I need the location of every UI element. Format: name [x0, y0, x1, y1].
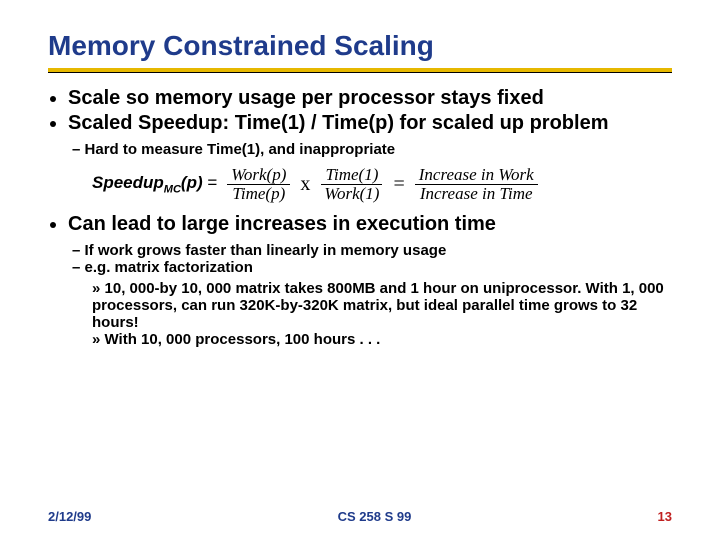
- fraction-2: Time(1) Work(1): [320, 166, 383, 203]
- bullet-3: Can lead to large increases in execution…: [68, 213, 672, 236]
- lhs-subscript: MC: [164, 184, 181, 196]
- sub-bullet-3a: If work grows faster than linearly in me…: [72, 242, 672, 259]
- bullet-1: Scale so memory usage per processor stay…: [68, 87, 672, 110]
- fraction-2-num: Time(1): [321, 166, 382, 185]
- lhs-equals: =: [207, 173, 217, 192]
- formula-lhs: SpeedupMC(p) =: [92, 173, 217, 195]
- sub-sub-bullet-1: 10, 000-by 10, 000 matrix takes 800MB an…: [92, 280, 672, 331]
- slide-footer: 2/12/99 CS 258 S 99 13: [0, 509, 720, 524]
- fraction-2-den: Work(1): [320, 185, 383, 203]
- bullet-2: Scaled Speedup: Time(1) / Time(p) for sc…: [68, 112, 672, 135]
- sub-bullet-list-1: Hard to measure Time(1), and inappropria…: [48, 141, 672, 158]
- slide-title: Memory Constrained Scaling: [48, 30, 672, 62]
- fraction-3-den: Increase in Time: [416, 185, 537, 203]
- sub-bullet-list-2: If work grows faster than linearly in me…: [48, 242, 672, 276]
- bullet-list: Scale so memory usage per processor stay…: [48, 87, 672, 135]
- title-rule-thin: [48, 72, 672, 73]
- sub-sub-bullet-2: With 10, 000 processors, 100 hours . . .: [92, 331, 672, 348]
- bullet-list-2: Can lead to large increases in execution…: [48, 213, 672, 236]
- fraction-1-den: Time(p): [228, 185, 289, 203]
- fraction-1-num: Work(p): [227, 166, 290, 185]
- slide: Memory Constrained Scaling Scale so memo…: [0, 0, 720, 540]
- equals-operator: =: [393, 173, 404, 196]
- lhs-paren: (p): [181, 173, 207, 192]
- fraction-1: Work(p) Time(p): [227, 166, 290, 203]
- fraction-3: Increase in Work Increase in Time: [415, 166, 538, 203]
- sub-bullet-1: Hard to measure Time(1), and inappropria…: [72, 141, 672, 158]
- fraction-3-num: Increase in Work: [415, 166, 538, 185]
- sub-bullet-3b: e.g. matrix factorization: [72, 259, 672, 276]
- sub-sub-bullet-list: 10, 000-by 10, 000 matrix takes 800MB an…: [48, 280, 672, 348]
- footer-course: CS 258 S 99: [338, 509, 412, 524]
- speedup-formula: SpeedupMC(p) = Work(p) Time(p) x Time(1)…: [92, 166, 672, 203]
- footer-page: 13: [658, 509, 672, 524]
- times-operator: x: [300, 173, 310, 196]
- footer-date: 2/12/99: [48, 509, 91, 524]
- lhs-prefix: Speedup: [92, 173, 164, 192]
